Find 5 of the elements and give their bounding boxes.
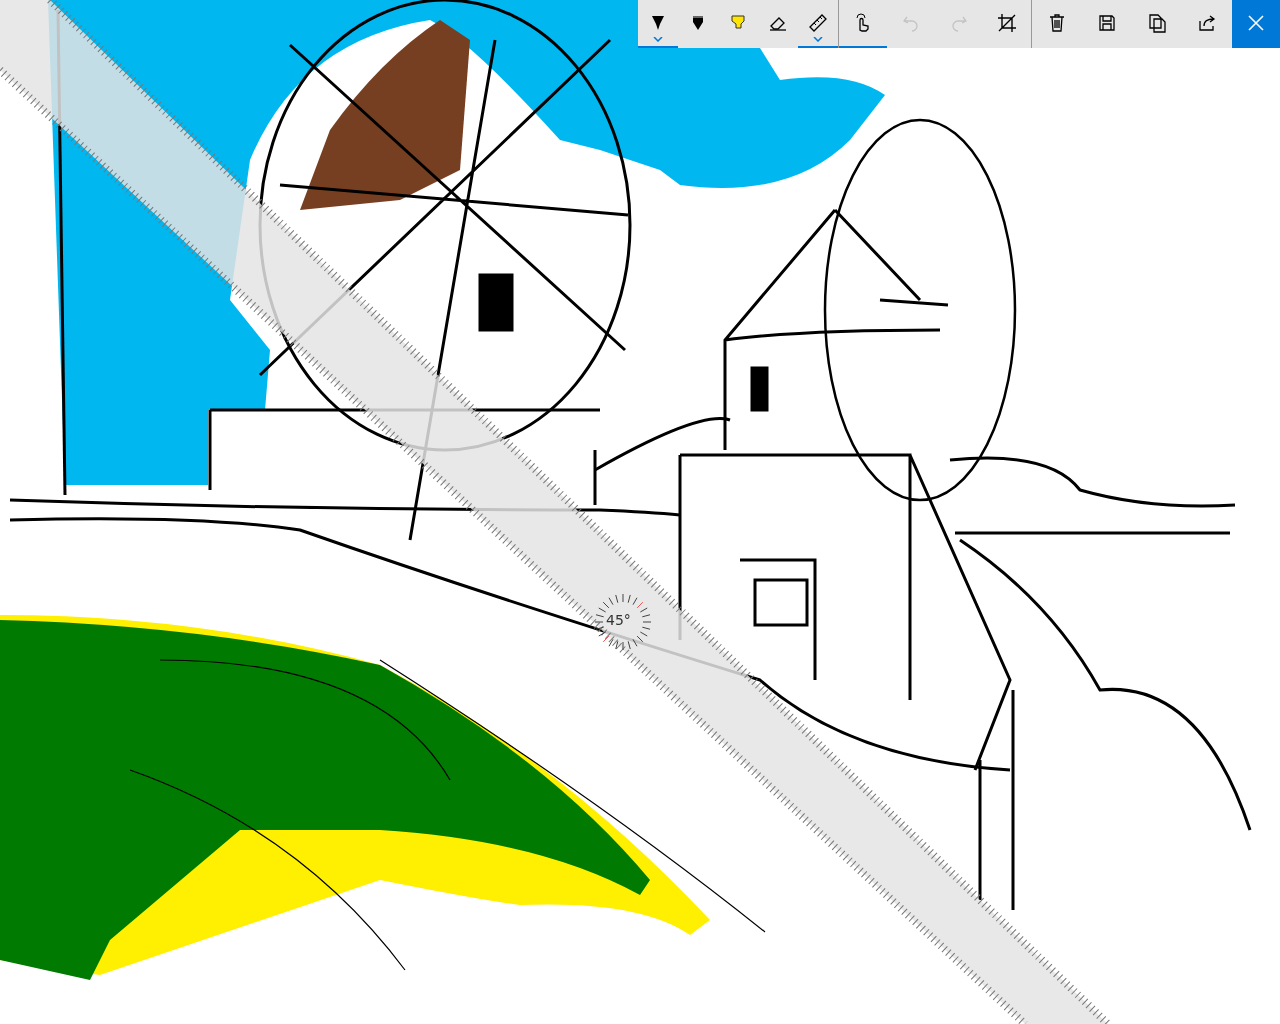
ruler-angle-label: 45°	[606, 612, 631, 628]
chevron-icon	[813, 37, 823, 42]
ruler[interactable]	[0, 0, 1111, 1024]
chevron-icon	[653, 37, 663, 42]
angle-dial-icon	[594, 593, 652, 651]
